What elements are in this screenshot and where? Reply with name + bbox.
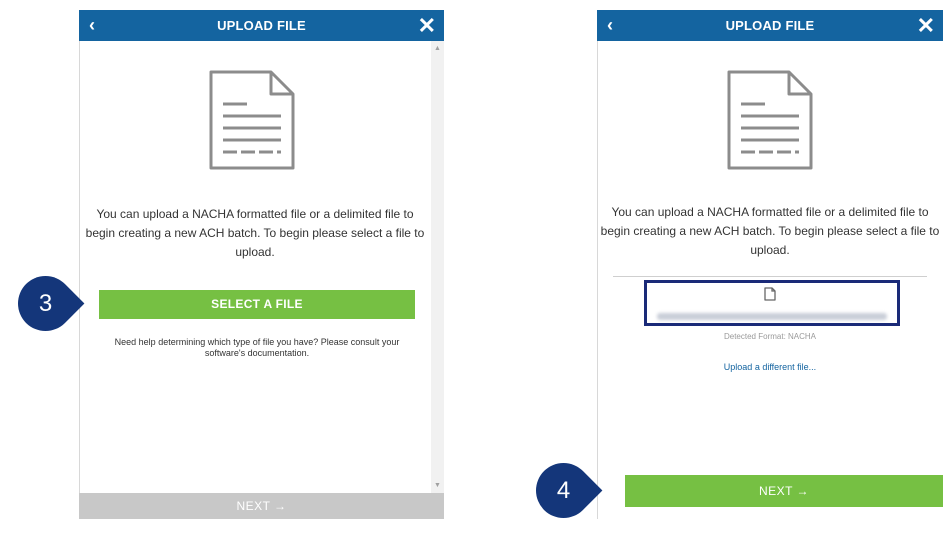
- detected-format: Detected Format: NACHA: [723, 332, 817, 341]
- step-number: 3: [38, 290, 53, 317]
- instruction-line: You can upload a NACHA formatted file or…: [611, 205, 929, 219]
- panel-border: [79, 41, 80, 519]
- step-badge: 4: [524, 451, 603, 530]
- help-line: software's documentation.: [204, 348, 310, 358]
- select-file-button[interactable]: SELECT A FILE: [99, 290, 415, 319]
- instruction-line: begin creating a new ACH batch. To begin…: [85, 226, 425, 240]
- instruction-text: You can upload a NACHA formatted file or…: [79, 205, 431, 262]
- scrollbar[interactable]: ▲ ▼: [431, 41, 444, 493]
- instruction-line: upload.: [750, 243, 790, 257]
- instruction-line: begin creating a new ACH batch. To begin…: [600, 224, 940, 238]
- scroll-up-icon[interactable]: ▲: [434, 45, 441, 52]
- file-icon: [764, 287, 776, 301]
- instruction-text: You can upload a NACHA formatted file or…: [597, 203, 943, 260]
- step-number: 4: [556, 477, 571, 504]
- selected-file-box[interactable]: [644, 280, 900, 326]
- upload-dialog-step4: ‹ UPLOAD FILE ✕ You can upload a NACHA f…: [597, 10, 943, 519]
- file-name-blurred: [657, 313, 887, 320]
- help-line: Need help determining which type of file…: [114, 337, 400, 347]
- dialog-title: UPLOAD FILE: [217, 18, 306, 33]
- document-icon: [209, 70, 295, 170]
- document-icon: [727, 70, 813, 170]
- scroll-down-icon[interactable]: ▼: [434, 482, 441, 489]
- dialog-title: UPLOAD FILE: [725, 18, 815, 33]
- upload-different-file-link[interactable]: Upload a different file...: [597, 362, 943, 372]
- close-icon[interactable]: ✕: [917, 10, 935, 41]
- help-text: Need help determining which type of file…: [89, 337, 425, 359]
- instruction-line: upload.: [235, 245, 275, 259]
- panel-border: [597, 41, 598, 519]
- divider: [613, 276, 927, 277]
- instruction-line: You can upload a NACHA formatted file or…: [96, 207, 414, 221]
- next-button[interactable]: NEXT →: [79, 493, 444, 519]
- dialog-header: ‹ UPLOAD FILE ✕: [597, 10, 943, 41]
- next-button[interactable]: NEXT →: [625, 475, 943, 507]
- dialog-header: ‹ UPLOAD FILE ✕: [79, 10, 444, 41]
- upload-dialog-step3: ‹ UPLOAD FILE ✕ ▲ ▼ You can upload a NAC…: [79, 10, 444, 519]
- step-badge: 3: [6, 264, 85, 343]
- close-icon[interactable]: ✕: [418, 10, 436, 41]
